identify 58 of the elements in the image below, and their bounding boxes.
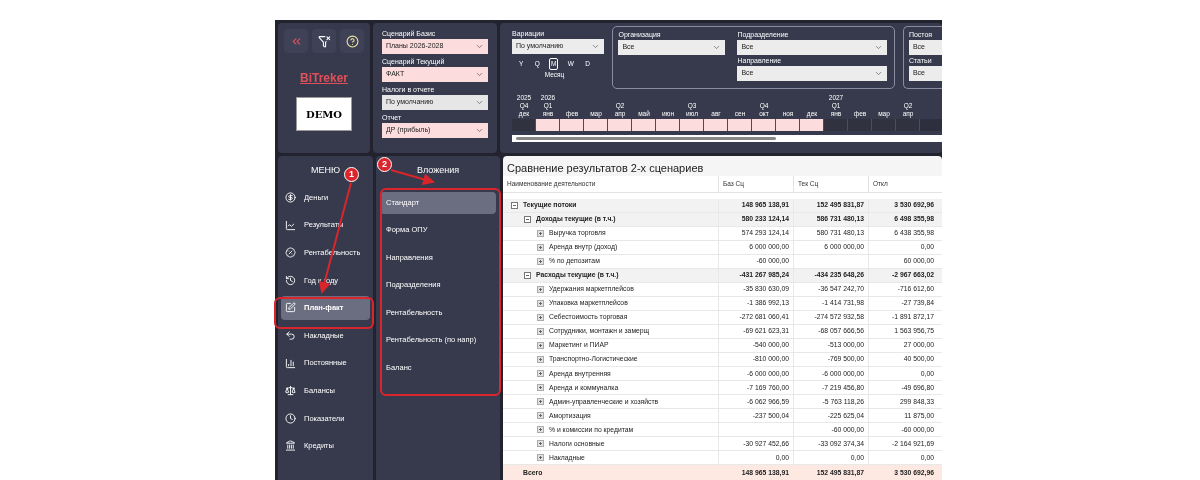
expand-icon[interactable] xyxy=(537,328,544,335)
timeline-cell[interactable] xyxy=(536,119,560,131)
pen-square-icon xyxy=(285,302,296,314)
return-arrow-icon xyxy=(285,329,296,341)
expand-icon[interactable] xyxy=(537,314,544,321)
expand-icon[interactable] xyxy=(537,243,544,251)
expand-icon[interactable] xyxy=(537,257,544,265)
chevron-down-icon xyxy=(475,70,484,79)
percent-badge-icon xyxy=(285,247,296,259)
help-button[interactable] xyxy=(340,29,364,53)
expand-icon[interactable] xyxy=(537,384,544,392)
expand-icon[interactable] xyxy=(537,426,544,434)
expand-icon[interactable] xyxy=(537,299,544,307)
expand-icon[interactable] xyxy=(537,440,544,448)
filter-clear-icon xyxy=(317,34,331,48)
timeline-cell[interactable] xyxy=(608,119,632,131)
timeline-cell[interactable] xyxy=(632,119,656,131)
chevron-down-icon xyxy=(475,126,484,135)
help-icon xyxy=(345,34,359,48)
timeline-cell[interactable] xyxy=(800,119,824,131)
chevron-down-icon xyxy=(874,69,884,78)
timeline-cell[interactable] xyxy=(752,119,776,131)
timeline-cell[interactable] xyxy=(584,119,608,131)
expand-icon[interactable] xyxy=(537,454,544,462)
table-title: Сравнение результатов 2-х сценариев xyxy=(506,161,705,176)
clock-icon xyxy=(285,412,296,424)
chevron-down-icon xyxy=(591,42,601,51)
collapse-icon[interactable] xyxy=(524,271,531,279)
bar-chart-icon xyxy=(285,357,296,369)
timeline-cell[interactable] xyxy=(560,119,584,131)
bank-icon xyxy=(285,440,296,452)
timeline-cell[interactable] xyxy=(704,119,728,131)
scrollbar[interactable] xyxy=(512,135,942,142)
expand-icon[interactable] xyxy=(537,412,544,420)
timeline-cell[interactable] xyxy=(728,119,752,131)
expand-icon[interactable] xyxy=(537,229,544,237)
chevron-down-icon xyxy=(874,43,884,52)
expand-icon[interactable] xyxy=(537,342,544,350)
expand-icon[interactable] xyxy=(537,285,544,293)
chevron-down-icon xyxy=(712,43,722,52)
timeline-cell[interactable] xyxy=(656,119,680,131)
expand-icon[interactable] xyxy=(537,370,544,378)
menu-title: МЕНЮ xyxy=(310,164,341,177)
demo-badge: DEMO xyxy=(296,97,352,131)
chevron-down-icon xyxy=(475,98,484,107)
chevron-down-icon xyxy=(475,42,484,51)
timeline-cell[interactable] xyxy=(776,119,800,131)
scale-icon xyxy=(285,385,296,397)
clear-filters-button[interactable] xyxy=(312,29,336,53)
collapse-icon[interactable] xyxy=(524,215,531,223)
collapse-icon[interactable] xyxy=(511,201,518,209)
dollar-icon xyxy=(285,192,296,203)
expand-icon[interactable] xyxy=(537,356,544,364)
timeline-cell[interactable] xyxy=(680,119,704,131)
expand-icon[interactable] xyxy=(537,398,544,406)
line-chart-icon xyxy=(285,219,296,231)
history-icon xyxy=(285,274,296,286)
submenu-title: Вложения xyxy=(416,164,460,177)
